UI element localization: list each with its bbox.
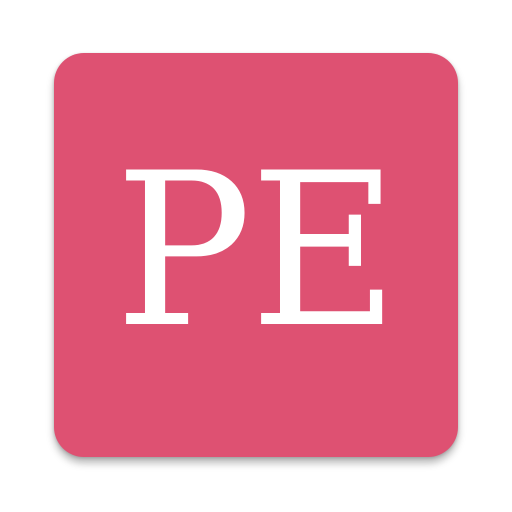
icon-canvas: PE [0,0,512,512]
app-icon[interactable]: PE [54,53,458,457]
app-icon-monogram: PE [115,127,399,374]
